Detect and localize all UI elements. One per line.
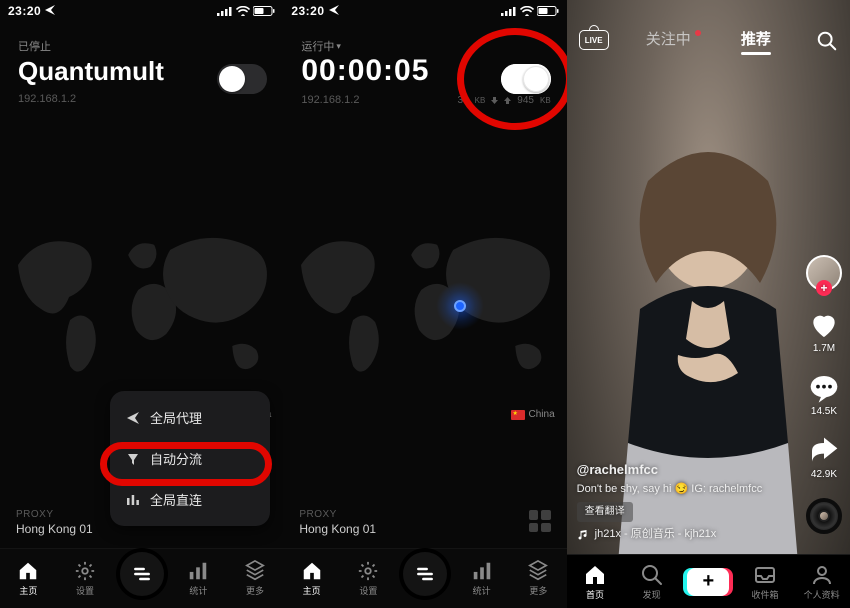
- tab-label: 收件箱: [752, 588, 779, 601]
- vpn-toggle[interactable]: [217, 64, 267, 94]
- mode-menu: 全局代理 自动分流 全局直连: [110, 391, 270, 526]
- comment-count: 14.5K: [811, 406, 837, 417]
- comment-button[interactable]: 14.5K: [808, 372, 840, 417]
- country-tag: ★ China: [511, 409, 555, 420]
- tab-recommend[interactable]: 推荐: [741, 28, 771, 49]
- share-button[interactable]: 42.9K: [808, 435, 840, 480]
- tab-inbox[interactable]: 收件箱: [737, 555, 794, 608]
- music-info[interactable]: jh21x - 原创音乐 - kjh21x: [577, 526, 786, 544]
- run-status[interactable]: 运行中: [301, 38, 334, 54]
- down-unit: KB: [475, 96, 486, 105]
- tab-bar: 主页 设置 统计 更多: [0, 548, 283, 608]
- battery-icon: [253, 6, 275, 16]
- tab-home[interactable]: 首页: [567, 555, 624, 608]
- ip-address: 192.168.1.2: [301, 94, 359, 106]
- feed-tabs: 关注中 推荐: [567, 28, 850, 49]
- follow-plus-icon[interactable]: +: [816, 280, 832, 296]
- vpn-toggle[interactable]: [501, 64, 551, 94]
- status-time: 23:20: [8, 4, 41, 18]
- music-disc[interactable]: [806, 498, 842, 534]
- author-avatar[interactable]: +: [806, 255, 842, 291]
- country-name: China: [529, 409, 555, 420]
- ip-address: 192.168.1.2: [18, 93, 267, 105]
- status-bar: 23:20: [0, 0, 283, 22]
- tab-label: 发现: [643, 588, 661, 601]
- run-status: 已停止: [18, 38, 51, 54]
- flag-icon: ★: [511, 410, 525, 420]
- tab-more[interactable]: 更多: [510, 549, 567, 608]
- down-arrow-icon: [491, 97, 498, 104]
- tab-label: 个人资料: [804, 588, 840, 601]
- phone-tiktok: 23:20 LIVE 关注中 推荐 + 1.7M: [567, 0, 850, 608]
- like-count: 1.7M: [813, 343, 835, 354]
- proxy-heading: PROXY: [299, 509, 376, 520]
- music-title: jh21x - 原创音乐 - kjh21x: [595, 526, 717, 544]
- tab-more[interactable]: 更多: [227, 549, 284, 608]
- tab-label: 首页: [586, 588, 604, 601]
- up-arrow-icon: [504, 97, 511, 104]
- tab-bar: 主页 设置 统计 更多: [283, 548, 566, 608]
- proxy-heading: PROXY: [16, 509, 93, 520]
- tab-label: 统计: [189, 584, 207, 597]
- mode-auto-route[interactable]: 自动分流: [110, 438, 270, 479]
- up-unit: KB: [540, 96, 551, 105]
- tab-discover[interactable]: 发现: [623, 555, 680, 608]
- grid-icon[interactable]: [529, 510, 551, 532]
- mode-label: 全局直连: [150, 490, 202, 509]
- video-caption: Don't be shy, say hi 😏 IG: rachelmfcc: [577, 481, 786, 499]
- tab-settings[interactable]: 设置: [57, 549, 114, 608]
- tab-settings[interactable]: 设置: [340, 549, 397, 608]
- tab-label: 设置: [76, 584, 94, 597]
- tab-home[interactable]: 主页: [0, 549, 57, 608]
- tab-center[interactable]: [397, 549, 454, 608]
- location-icon: [329, 4, 339, 18]
- tab-label: 更多: [246, 584, 264, 597]
- signal-icon: [217, 6, 233, 16]
- tab-create[interactable]: +: [680, 555, 737, 608]
- tab-stats[interactable]: 统计: [453, 549, 510, 608]
- status-bar: 23:20: [283, 0, 566, 22]
- signal-icon: [501, 6, 517, 16]
- mode-global-proxy[interactable]: 全局代理: [110, 397, 270, 438]
- chevron-down-icon: ▾: [336, 41, 341, 51]
- down-bytes: 30: [458, 95, 469, 106]
- tab-label: 统计: [473, 584, 491, 597]
- world-map: [283, 210, 566, 400]
- tab-profile[interactable]: 个人资料: [793, 555, 850, 608]
- translate-button[interactable]: 查看翻译: [577, 502, 633, 522]
- author-username[interactable]: @rachelmfcc: [577, 460, 786, 481]
- tab-label: 更多: [529, 584, 547, 597]
- location-icon: [45, 4, 55, 18]
- tab-center[interactable]: [113, 549, 170, 608]
- mode-global-direct[interactable]: 全局直连: [110, 479, 270, 520]
- traffic-stats: 30 KB 945 KB: [458, 95, 551, 106]
- like-button[interactable]: 1.7M: [808, 309, 840, 354]
- world-map: [0, 210, 283, 400]
- tab-following[interactable]: 关注中: [646, 28, 691, 49]
- mode-label: 全局代理: [150, 408, 202, 427]
- tiktok-tab-bar: 首页 发现 + 收件箱 个人资料: [567, 554, 850, 608]
- tab-home[interactable]: 主页: [283, 549, 340, 608]
- phone-quantumult-off: 23:20 已停止 Quantumult 192.168.1.2: [0, 0, 283, 608]
- tab-label: 主页: [19, 584, 37, 597]
- up-bytes: 945: [517, 95, 534, 106]
- mode-label: 自动分流: [150, 449, 202, 468]
- proxy-value[interactable]: Hong Kong 01: [299, 522, 376, 536]
- proxy-value[interactable]: Hong Kong 01: [16, 522, 93, 536]
- notification-dot: [695, 30, 701, 36]
- action-rail: + 1.7M 14.5K 42.9K: [806, 255, 842, 534]
- tab-label: 主页: [303, 584, 321, 597]
- wifi-icon: [236, 6, 250, 16]
- battery-icon: [537, 6, 559, 16]
- phone-quantumult-on: 23:20 运行中▾ 00:00:05 192.168.1.2 30 KB 94…: [283, 0, 566, 608]
- video-meta: @rachelmfcc Don't be shy, say hi 😏 IG: r…: [577, 460, 786, 544]
- music-note-icon: [577, 529, 589, 541]
- wifi-icon: [520, 6, 534, 16]
- search-icon[interactable]: [816, 30, 838, 55]
- status-time: 23:20: [291, 4, 324, 18]
- tab-stats[interactable]: 统计: [170, 549, 227, 608]
- tab-label: 设置: [359, 584, 377, 597]
- share-count: 42.9K: [811, 469, 837, 480]
